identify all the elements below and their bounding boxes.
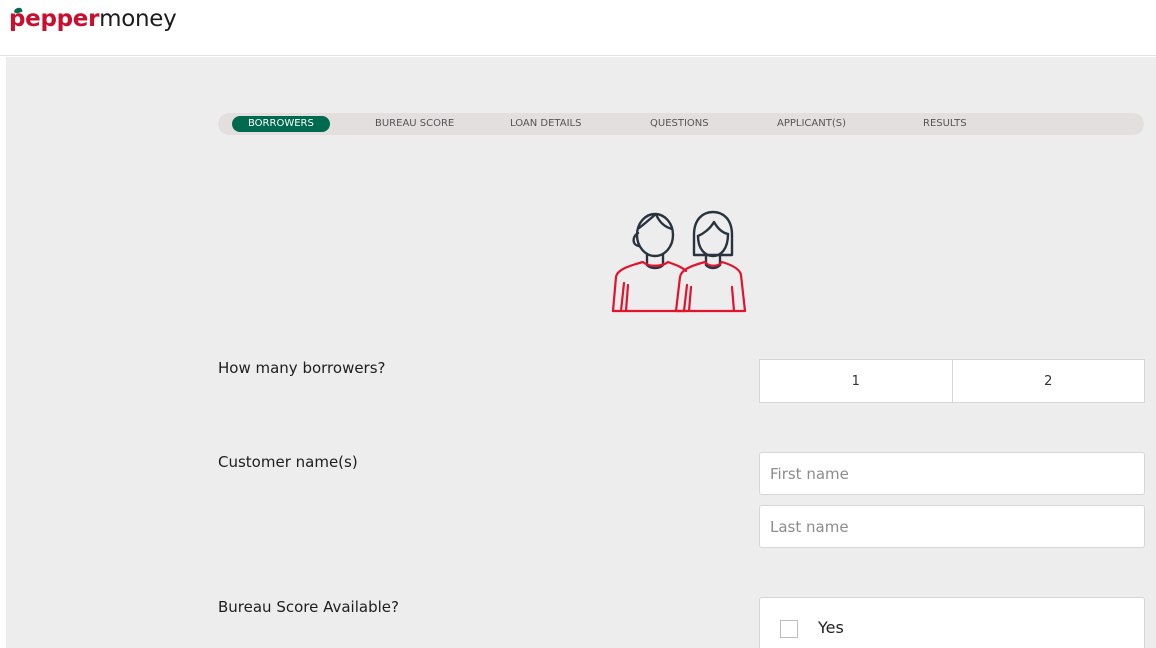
borrowers-option-2[interactable]: 2 [951, 360, 1145, 402]
last-name-input[interactable] [759, 505, 1145, 548]
bureau-score-question: Bureau Score Available? [218, 598, 399, 616]
borrowers-option-1[interactable]: 1 [760, 360, 952, 402]
step-results[interactable]: RESULTS [923, 113, 967, 135]
customer-names-question: Customer name(s) [218, 453, 358, 471]
step-borrowers[interactable]: BORROWERS [232, 116, 330, 132]
step-bureau-score[interactable]: BUREAU SCORE [375, 113, 454, 135]
progress-steps: BORROWERS BUREAU SCORE LOAN DETAILS QUES… [218, 113, 1144, 135]
bureau-score-yes-checkbox[interactable] [780, 620, 798, 638]
two-borrowers-icon [611, 210, 747, 313]
peppermoney-logo[interactable]: peppermoney [9, 4, 177, 34]
bureau-score-options: Yes [759, 597, 1145, 648]
step-loan-details[interactable]: LOAN DETAILS [510, 113, 581, 135]
first-name-input[interactable] [759, 452, 1145, 495]
borrowers-count-selector: 1 2 [759, 359, 1145, 403]
borrowers-question: How many borrowers? [218, 359, 386, 377]
top-bar: peppermoney [0, 0, 1156, 56]
main-content: BORROWERS BUREAU SCORE LOAN DETAILS QUES… [6, 57, 1156, 648]
step-applicants[interactable]: APPLICANT(S) [777, 113, 846, 135]
step-questions[interactable]: QUESTIONS [650, 113, 709, 135]
bureau-score-yes-label[interactable]: Yes [818, 618, 844, 637]
